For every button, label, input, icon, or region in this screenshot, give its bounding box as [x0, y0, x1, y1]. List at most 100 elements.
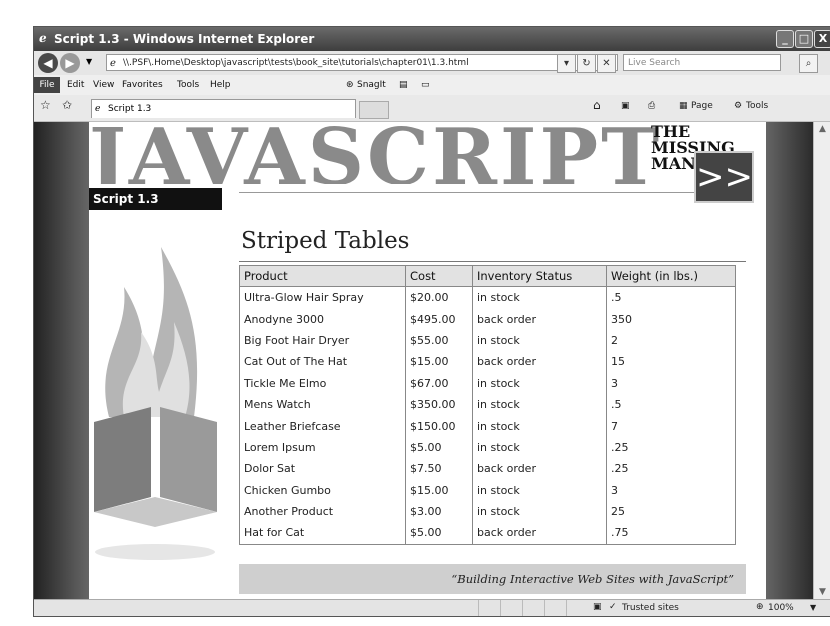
- cell-product: Big Foot Hair Dryer: [239, 329, 406, 352]
- page-menu[interactable]: Page: [691, 101, 713, 111]
- cell-inventory-status: back order: [472, 351, 607, 373]
- cell-cost: $15.00: [405, 351, 473, 373]
- footer-tagline: “Building Interactive Web Sites with Jav…: [239, 564, 746, 594]
- web-content: JAVASCRIPT THE MISSING MANUAL Script 1.3…: [34, 122, 813, 600]
- cell-weight: 7: [606, 415, 736, 437]
- scroll-up-icon[interactable]: ▲: [814, 122, 830, 137]
- stop-icon[interactable]: ✕: [597, 54, 616, 73]
- table-row: Anodyne 3000 $495.00 back order 350: [239, 308, 736, 330]
- tab-script-1-3[interactable]: ℯ Script 1.3: [91, 99, 356, 118]
- history-dropdown-icon[interactable]: ▼: [86, 57, 92, 66]
- favorites-star-icon[interactable]: ☆: [40, 98, 51, 112]
- forward-icon[interactable]: ▶: [60, 53, 80, 73]
- zoom-icon[interactable]: ⊕: [756, 602, 764, 612]
- cell-product: Mens Watch: [239, 393, 406, 416]
- cell-product: Chicken Gumbo: [239, 479, 406, 501]
- search-icon[interactable]: ⌕: [799, 54, 818, 73]
- cell-cost: $15.00: [405, 479, 473, 501]
- status-segment: [522, 600, 545, 616]
- tools-menu-icon[interactable]: ⚙: [734, 101, 742, 111]
- cell-inventory-status: back order: [472, 308, 607, 330]
- cell-inventory-status: in stock: [472, 372, 607, 394]
- home-icon[interactable]: ⌂: [593, 98, 601, 112]
- back-icon[interactable]: ◀: [38, 53, 58, 73]
- protected-mode-icon[interactable]: ▣: [593, 602, 602, 612]
- table-row: Cat Out of The Hat $15.00 back order 15: [239, 351, 736, 373]
- cell-inventory-status: in stock: [472, 329, 607, 352]
- cell-product: Lorem Ipsum: [239, 436, 406, 459]
- snagit-button[interactable]: SnagIt: [357, 80, 386, 90]
- column-header-product: Product: [239, 265, 406, 287]
- table-row: Tickle Me Elmo $67.00 in stock 3: [239, 372, 736, 394]
- cell-inventory-status: back order: [472, 458, 607, 480]
- status-segment: [544, 600, 567, 616]
- right-gutter: [765, 122, 813, 600]
- cell-product: Leather Briefcase: [239, 415, 406, 437]
- vertical-scrollbar[interactable]: ▲ ▼: [813, 122, 830, 600]
- trusted-check-icon: ✓: [609, 602, 617, 612]
- menu-bar: File Edit View Favorites Tools Help ⊛ Sn…: [34, 75, 830, 96]
- address-input[interactable]: ℯ \\.PSF\.Home\Desktop\javascript\tests\…: [106, 54, 618, 71]
- menu-help[interactable]: Help: [210, 80, 231, 90]
- cell-cost: $7.50: [405, 458, 473, 480]
- cell-inventory-status: in stock: [472, 500, 607, 523]
- scroll-down-icon[interactable]: ▼: [814, 585, 830, 600]
- address-bar: ◀ ▶ ▼ ℯ \\.PSF\.Home\Desktop\javascript\…: [34, 51, 830, 76]
- tools-menu[interactable]: Tools: [746, 101, 768, 111]
- security-zone[interactable]: Trusted sites: [622, 603, 679, 613]
- snagit-icon[interactable]: ⊛: [346, 80, 354, 90]
- cell-weight: 3: [606, 372, 736, 394]
- refresh-icon[interactable]: ↻: [577, 54, 596, 73]
- zoom-dropdown-icon[interactable]: ▼: [810, 603, 816, 612]
- table-row: Mens Watch $350.00 in stock .5: [239, 393, 736, 416]
- page-title: Striped Tables: [241, 228, 410, 254]
- add-favorites-icon[interactable]: ✩: [62, 98, 72, 112]
- title-bar: ℯ Script 1.3 - Windows Internet Explorer…: [34, 27, 830, 51]
- table-row: Another Product $3.00 in stock 25: [239, 500, 736, 523]
- feeds-icon[interactable]: ▣: [621, 101, 630, 111]
- search-input[interactable]: Live Search: [623, 54, 781, 71]
- table-header-row: Product Cost Inventory Status Weight (in…: [239, 265, 736, 287]
- cell-weight: .5: [606, 393, 736, 416]
- new-tab-button[interactable]: [359, 101, 389, 119]
- cell-cost: $3.00: [405, 500, 473, 523]
- cell-cost: $495.00: [405, 308, 473, 330]
- table-row: Big Foot Hair Dryer $55.00 in stock 2: [239, 329, 736, 352]
- cell-product: Tickle Me Elmo: [239, 372, 406, 394]
- address-dropdown-icon[interactable]: ▾: [557, 54, 576, 73]
- cell-cost: $5.00: [405, 436, 473, 459]
- banner-javascript: JAVASCRIPT: [89, 122, 663, 184]
- cell-cost: $55.00: [405, 329, 473, 352]
- page-icon: ℯ: [110, 58, 116, 69]
- page-menu-icon[interactable]: ▦: [679, 101, 688, 111]
- page-body: JAVASCRIPT THE MISSING MANUAL Script 1.3…: [89, 122, 766, 600]
- zoom-level[interactable]: 100%: [768, 603, 794, 613]
- menu-tools[interactable]: Tools: [177, 80, 199, 90]
- cell-product: Hat for Cat: [239, 522, 406, 545]
- title-rule: [239, 261, 746, 262]
- print-icon[interactable]: ⎙: [648, 101, 655, 111]
- column-header-weight: Weight (in lbs.): [606, 265, 736, 287]
- menu-favorites[interactable]: Favorites: [122, 80, 163, 90]
- column-header-inventory-status: Inventory Status: [472, 265, 607, 287]
- site-banner: JAVASCRIPT THE MISSING MANUAL: [89, 122, 766, 184]
- cell-product: Ultra-Glow Hair Spray: [239, 286, 406, 309]
- minimize-button[interactable]: _: [776, 30, 794, 48]
- menu-file[interactable]: File: [34, 77, 60, 93]
- menu-edit[interactable]: Edit: [67, 80, 84, 90]
- menu-view[interactable]: View: [93, 80, 114, 90]
- close-button[interactable]: X: [814, 30, 830, 48]
- maximize-button[interactable]: □: [795, 30, 813, 48]
- browser-window: ℯ Script 1.3 - Windows Internet Explorer…: [33, 26, 830, 617]
- cell-inventory-status: in stock: [472, 415, 607, 437]
- cell-product: Cat Out of The Hat: [239, 351, 406, 373]
- table-row: Leather Briefcase $150.00 in stock 7: [239, 415, 736, 437]
- status-bar: ▣ ✓ Trusted sites ⊕ 100% ▼: [34, 599, 830, 616]
- products-table: Product Cost Inventory Status Weight (in…: [239, 265, 736, 545]
- cell-inventory-status: in stock: [472, 286, 607, 309]
- banner-rule: [239, 192, 746, 193]
- snagit-capture-icon[interactable]: ▤: [399, 80, 408, 90]
- tab-label: Script 1.3: [108, 104, 152, 114]
- cell-inventory-status: back order: [472, 522, 607, 545]
- snagit-edit-icon[interactable]: ▭: [421, 80, 430, 90]
